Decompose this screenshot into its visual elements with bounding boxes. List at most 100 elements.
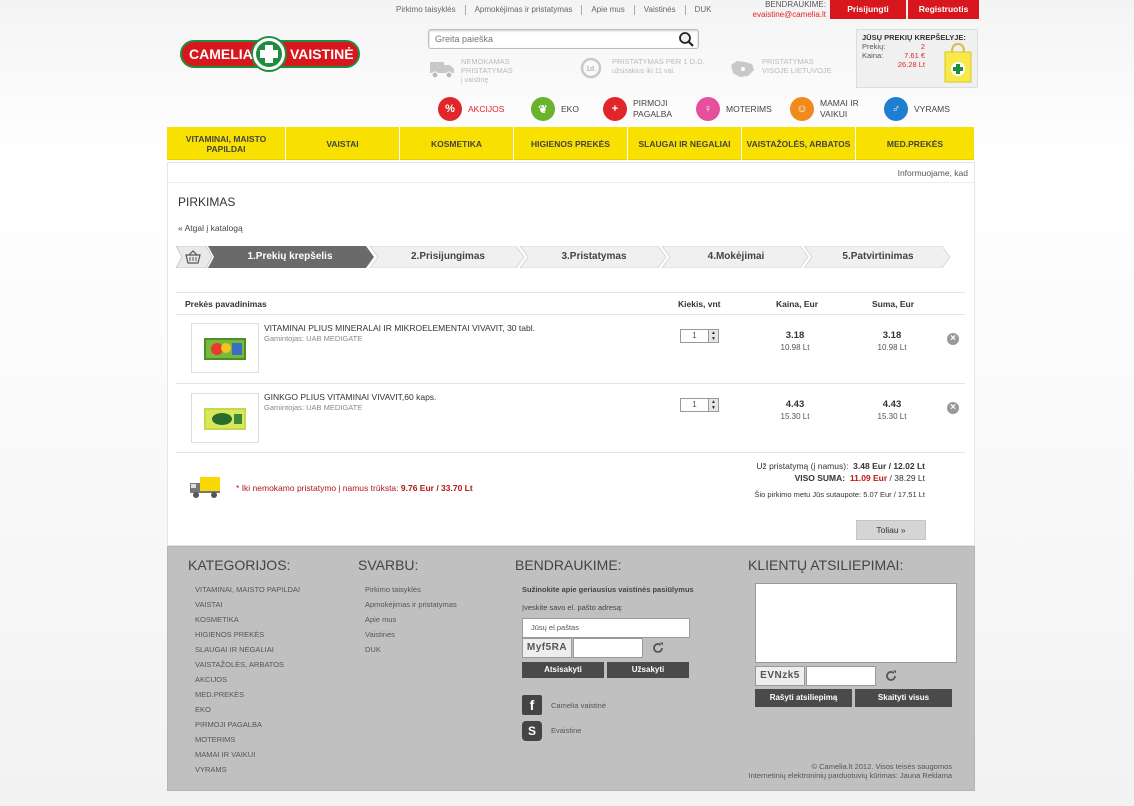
mini-cart-price-lt: 26.28 Lt [897,60,925,69]
category-link-mother-child[interactable]: ☺ MAMAI IR VAIKUI [790,97,868,121]
footer-important-link[interactable]: Vaistinės [365,627,457,642]
top-link-pharmacies[interactable]: Vaistinės [635,5,686,15]
free-delivery-text: Iki nemokamo pristatymo į namus trūksta: [241,483,401,493]
step-cart[interactable]: 1.Prekių krepšelis [214,246,366,268]
quantity-stepper[interactable]: 1 ▲ ▼ [680,398,719,412]
quantity-stepper[interactable]: 1 ▲ ▼ [680,329,719,343]
nav-item-medicines[interactable]: VAISTAI [286,127,400,160]
search-input[interactable] [429,30,669,48]
step-payment[interactable]: 4.Mokėjimai [670,246,802,268]
footer-category-link[interactable]: MAMAI IR VAIKUI [195,747,300,762]
next-button[interactable]: Toliau » [856,520,926,540]
footer-category-link[interactable]: VAISTAŽOLĖS, ARBATOS [195,657,300,672]
newsletter-captcha-input[interactable] [573,638,643,658]
product-image[interactable] [191,393,259,443]
quantity-arrows[interactable]: ▲ ▼ [708,399,718,411]
unsubscribe-button[interactable]: Atsisakyti [522,662,604,678]
category-link-eko[interactable]: ❦ EKO [531,97,579,121]
register-button[interactable]: Registruotis [908,0,979,19]
percent-icon: % [438,97,462,121]
free-delivery-note: * Iki nemokamo pristatymo į namus trūkst… [236,483,473,493]
page-title: PIRKIMAS [178,195,236,209]
facebook-icon[interactable]: f [522,695,542,715]
footer-feedback-title: KLIENTŲ ATSILIEPIMAI: [748,557,904,573]
nav-item-herbs[interactable]: VAISTAŽOLĖS, ARBATOS [742,127,856,160]
nav-item-care[interactable]: SLAUGAI IR NEGALIAI [628,127,742,160]
cart-row: VITAMINAI PLIUS MINERALAI IR MIKROELEMEN… [176,315,965,384]
top-link-rules[interactable]: Pirkimo taisyklės [396,5,466,15]
quantity-value[interactable]: 1 [681,330,708,342]
footer-important-link[interactable]: DUK [365,642,457,657]
nav-item-vitamins[interactable]: VITAMINAI, MAISTO PAPILDAI [167,127,286,160]
category-link-men[interactable]: ♂ VYRAMS [884,97,950,121]
remove-item-icon[interactable]: × [947,402,959,414]
nav-item-cosmetics[interactable]: KOSMETIKA [400,127,514,160]
feedback-captcha-input[interactable] [806,666,876,686]
back-to-catalog-link[interactable]: « Atgal į katalogą [178,223,243,233]
remove-item-icon[interactable]: × [947,333,959,345]
nav-item-med-goods[interactable]: MED.PREKĖS [856,127,974,160]
skype-icon[interactable]: S [522,721,542,741]
read-all-feedback-button[interactable]: Skaityti visus [855,689,952,707]
search-icon[interactable] [678,31,695,47]
step-confirmation[interactable]: 5.Patvirtinimas [812,246,944,268]
header-contact-email[interactable]: evaistine@camelia.lt [736,10,826,20]
footer-category-link[interactable]: EKO [195,702,300,717]
item-sum-lt: 10.98 Lt [877,343,907,352]
footer-important-link[interactable]: Pirkimo taisyklės [365,582,457,597]
newsletter-label: Įveskite savo el. pašto adresą: [522,603,623,612]
footer-category-link[interactable]: KOSMETIKA [195,612,300,627]
newsletter-email-input[interactable]: Jūsų el.paštas [522,618,690,638]
footer-category-link[interactable]: MED.PREKĖS [195,687,300,702]
nav-item-hygiene[interactable]: HIGIENOS PREKĖS [514,127,628,160]
step-login[interactable]: 2.Prisijungimas [378,246,518,268]
logo[interactable]: CAMELIA VAISTINĖ [180,36,360,72]
logo-text-right: VAISTINĖ [290,46,354,62]
quantity-arrows[interactable]: ▲ ▼ [708,330,718,342]
clock-icon: 1d. [580,57,602,79]
footer-category-link[interactable]: MOTERIMS [195,732,300,747]
write-feedback-button[interactable]: Rašyti atsiliepimą [755,689,852,707]
footer-important-link[interactable]: Apmokėjimas ir pristatymas [365,597,457,612]
category-link-first-aid[interactable]: + PIRMOJI PAGALBA [603,97,677,121]
refresh-captcha-icon[interactable] [884,669,898,683]
top-link-about[interactable]: Apie mus [582,5,635,15]
product-image[interactable] [191,323,259,373]
feature-3-line2: VISOJE LIETUVOJE [762,66,832,75]
credit-text[interactable]: Internetinių elektroninių parduotuvių kū… [749,771,952,780]
top-link-faq[interactable]: DUK [686,5,721,15]
footer-category-link[interactable]: HIGIENOS PREKĖS [195,627,300,642]
subscribe-button[interactable]: Užsakyti [607,662,689,678]
category-link-women[interactable]: ♀ MOTERIMS [696,97,772,121]
quantity-value[interactable]: 1 [681,399,708,411]
main-nav: VITAMINAI, MAISTO PAPILDAI VAISTAI KOSME… [167,127,974,160]
footer-important-list: Pirkimo taisyklės Apmokėjimas ir pristat… [365,582,457,657]
product-maker: Gamintojas: UAB MEDIGATE [264,334,363,343]
login-button[interactable]: Prisijungti [830,0,906,19]
delivery-cost-value: 3.48 Eur / 12.02 Lt [853,461,925,471]
mini-cart[interactable]: JŪSŲ PREKIŲ KREPŠELYJE: Prekių: 2 Kaina: 7… [856,29,978,88]
product-name[interactable]: VITAMINAI PLIUS MINERALAI IR MIKROELEMEN… [264,323,535,333]
footer-category-link[interactable]: VITAMINAI, MAISTO PAPILDAI [195,582,300,597]
category-label-women: MOTERIMS [726,104,772,114]
feedback-textarea[interactable] [755,583,957,663]
free-delivery-value: 9.76 Eur / 33.70 Lt [400,483,473,493]
step-delivery[interactable]: 3.Pristatymas [528,246,660,268]
top-link-payment[interactable]: Apmokėjimas ir pristatymas [466,5,583,15]
category-link-akcijos[interactable]: % AKCIJOS [438,97,504,121]
grand-total-label: VISO SUMA: [794,473,846,483]
footer-categories-list: VITAMINAI, MAISTO PAPILDAI VAISTAI KOSME… [195,582,300,777]
footer-category-link[interactable]: AKCIJOS [195,672,300,687]
footer-category-link[interactable]: VAISTAI [195,597,300,612]
svg-text:1d.: 1d. [586,66,596,73]
footer-important-link[interactable]: Apie mus [365,612,457,627]
facebook-link[interactable]: Camelia vaistinė [551,701,606,710]
footer-category-link[interactable]: PIRMOJI PAGALBA [195,717,300,732]
product-name[interactable]: GINKGO PLIUS VITAMINAI VIVAVIT,60 kaps. [264,392,436,402]
footer-category-link[interactable]: VYRAMS [195,762,300,777]
feature-2-line1: PRISTATYMAS PER 1 d.d. [612,57,705,66]
footer-category-link[interactable]: SLAUGAI IR NEGALIAI [195,642,300,657]
skype-link[interactable]: Evaistine [551,726,581,735]
refresh-captcha-icon[interactable] [651,641,665,655]
feature-2-line2: užsisakius iki 11 val. [612,68,675,75]
